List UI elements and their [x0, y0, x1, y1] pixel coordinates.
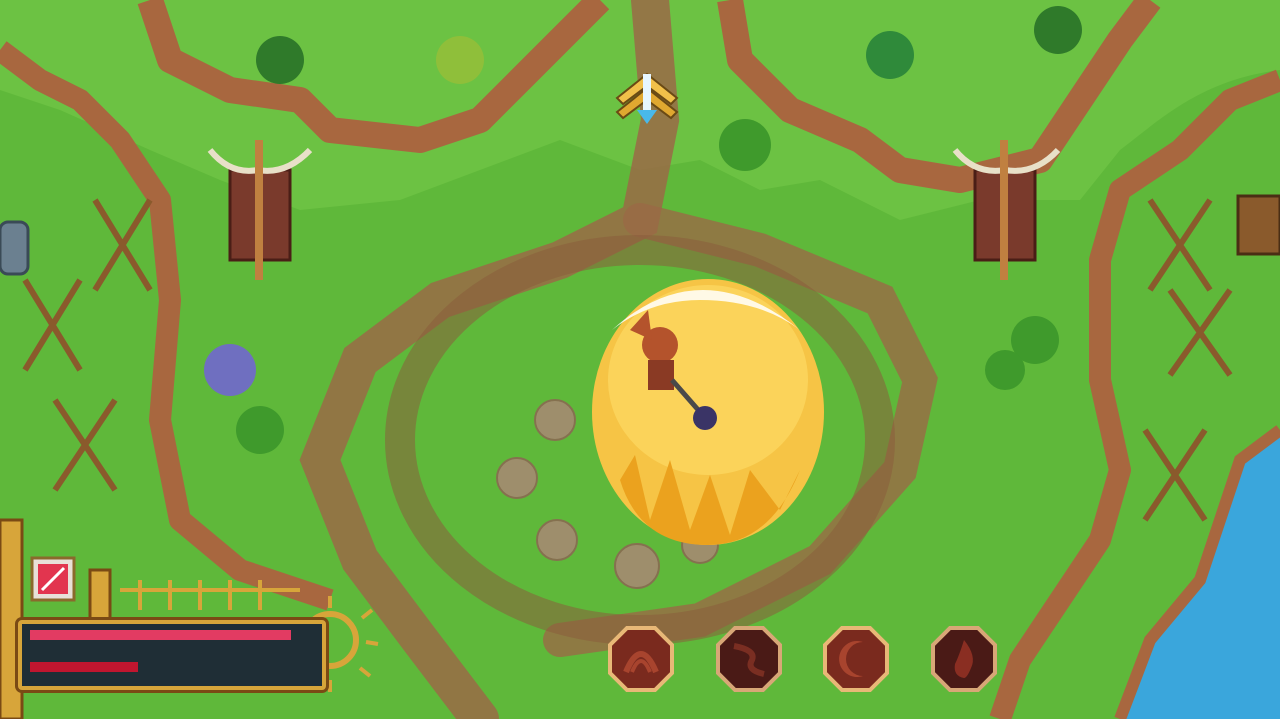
moon-rune-icon	[823, 626, 889, 692]
skill-slot-4[interactable]	[931, 626, 997, 692]
direction-arrow-icon	[613, 68, 681, 128]
health-bar	[30, 630, 314, 640]
dragon-rune-icon	[716, 626, 782, 692]
stamina-bar	[30, 662, 314, 672]
skill-slot-2[interactable]	[716, 626, 782, 692]
skill-slot-1[interactable]	[608, 626, 674, 692]
item-slot[interactable]	[30, 556, 76, 602]
item-slot-icon	[30, 556, 76, 602]
flame-rune-icon	[931, 626, 997, 692]
status-bars	[18, 620, 326, 690]
mana-bar	[30, 646, 314, 656]
arch-rune-icon	[608, 626, 674, 692]
skill-slot-3[interactable]	[823, 626, 889, 692]
game-scene	[0, 0, 1280, 719]
